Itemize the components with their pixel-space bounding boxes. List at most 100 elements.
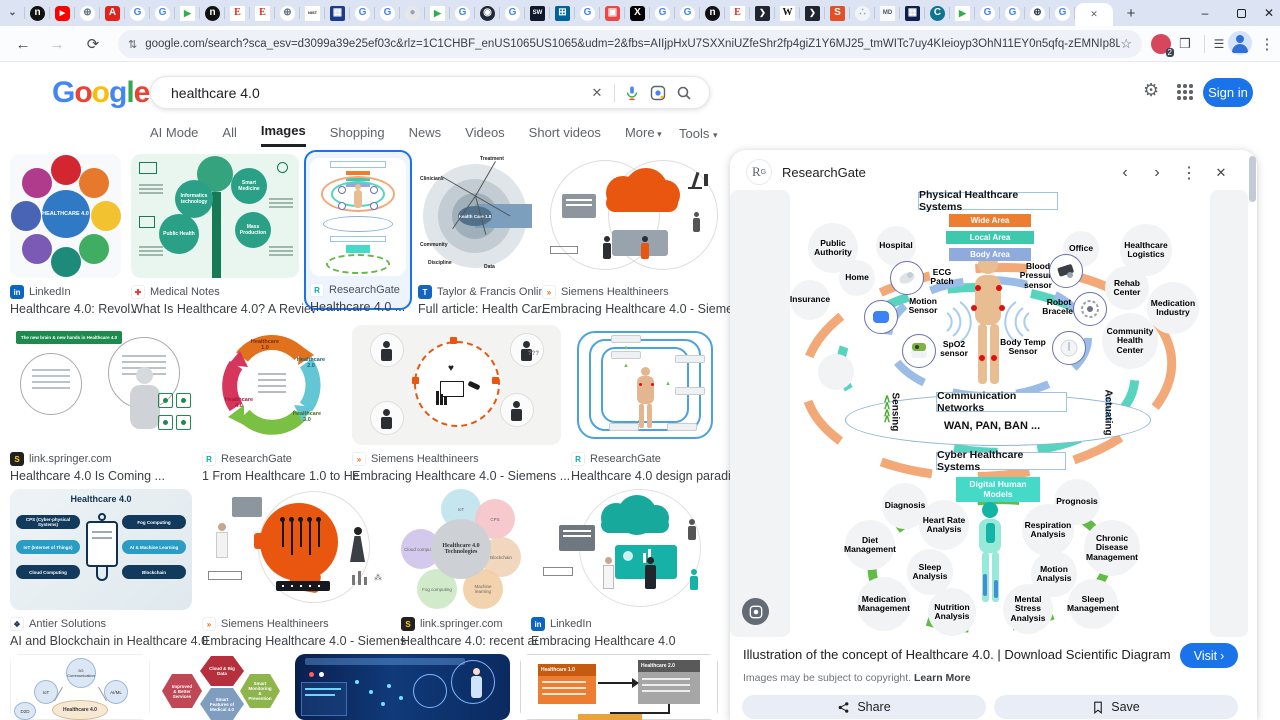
result-title[interactable]: Full article: Health Car... xyxy=(418,302,548,316)
save-button[interactable]: Save xyxy=(994,695,1238,719)
browser-tab-40[interactable]: G xyxy=(975,0,1000,26)
settings-gear-icon[interactable]: ⚙ xyxy=(1143,80,1159,101)
voice-search-icon[interactable] xyxy=(619,81,645,105)
result-thumbnail-8[interactable]: ♥??? xyxy=(352,325,561,445)
search-submit-icon[interactable] xyxy=(671,81,697,105)
tools-dropdown[interactable]: Tools ▾ xyxy=(679,126,718,141)
panel-close-icon[interactable]: ✕ xyxy=(1208,160,1234,186)
address-bar[interactable]: ⇅ google.com/search?sca_esv=d3099a39e25e… xyxy=(118,30,1142,58)
browser-tab-38[interactable]: C xyxy=(925,0,950,26)
result-thumbnail-13[interactable] xyxy=(531,489,719,610)
nav-tab-images[interactable]: Images xyxy=(260,123,306,147)
nav-tab-short-videos[interactable]: Short videos xyxy=(529,125,601,146)
result-source[interactable]: ✚ Medical Notes xyxy=(131,285,315,299)
google-lens-icon[interactable] xyxy=(645,81,671,105)
result-source[interactable]: R ResearchGate xyxy=(202,452,358,466)
browser-tab-12[interactable]: ⊕ xyxy=(275,0,300,26)
back-button[interactable]: ← xyxy=(10,31,36,57)
next-image-icon[interactable]: › xyxy=(1144,160,1170,186)
result-title[interactable]: Healthcare 4.0 Is Coming ... xyxy=(10,469,208,483)
bookmark-star-icon[interactable]: ☆ xyxy=(1120,36,1132,52)
panel-menu-icon[interactable]: ⋮ xyxy=(1176,160,1202,186)
result-source[interactable]: in LinkedIn xyxy=(531,617,735,631)
panel-scrollbar[interactable] xyxy=(1249,156,1256,636)
browser-tab-24[interactable]: G xyxy=(575,0,600,26)
browser-tab-42[interactable]: ⊕ xyxy=(1025,0,1050,26)
result-title[interactable]: 1 From Healthcare 1.0 to He... xyxy=(202,469,358,483)
result-thumbnail-3[interactable] xyxy=(310,158,406,276)
browser-tab-19[interactable]: G xyxy=(450,0,475,26)
browser-tab-41[interactable]: G xyxy=(1000,0,1025,26)
tab-close-icon[interactable]: ✕ xyxy=(1090,9,1098,20)
forward-button[interactable]: → xyxy=(44,31,70,57)
result-thumbnail-11[interactable]: ⁂ xyxy=(202,489,391,610)
result-source[interactable]: in LinkedIn xyxy=(10,285,137,299)
browser-tab-10[interactable]: E xyxy=(225,0,250,26)
browser-tab-23[interactable]: ⊞ xyxy=(550,0,575,26)
result-thumbnail-2[interactable]: Informatics technology Smart Medicine Publ… xyxy=(131,154,299,278)
browser-tab-37[interactable]: ▦ xyxy=(900,0,925,26)
browser-tab-5[interactable]: A xyxy=(100,0,125,26)
browser-tab-22[interactable]: SW xyxy=(525,0,550,26)
search-inside-image-lens-button[interactable] xyxy=(742,598,769,625)
active-tab[interactable]: ✕ xyxy=(1075,3,1113,26)
nav-tab-all[interactable]: All xyxy=(222,125,236,146)
browser-tab-14[interactable]: ▦ xyxy=(325,0,350,26)
extensions-icon[interactable]: ❒ xyxy=(1172,31,1198,57)
browser-tab-36[interactable]: MD xyxy=(875,0,900,26)
browser-tab-6[interactable]: G xyxy=(125,0,150,26)
result-thumbnail-9[interactable]: ▲▲▲▲ xyxy=(571,325,719,445)
result-thumbnail-17[interactable]: Healthcare 1.0 Healthcare 2.0 xyxy=(520,654,718,720)
nav-tab-more[interactable]: More ▾ xyxy=(625,125,662,146)
browser-tab-7[interactable]: G xyxy=(150,0,175,26)
adblock-extension-icon[interactable]: 2 xyxy=(1148,31,1174,57)
result-thumbnail-6[interactable]: The new brain & new hands in Healthcare … xyxy=(10,325,192,445)
browser-tab-16[interactable]: G xyxy=(375,0,400,26)
browser-tab-18[interactable]: ▶ xyxy=(425,0,450,26)
result-title[interactable]: Healthcare 4.0 ... xyxy=(310,300,422,314)
result-thumbnail-14[interactable]: 5G Communication IoT AI/ML D2D Healthcare 4.… xyxy=(10,654,150,720)
search-box[interactable]: healthcare 4.0 ✕ xyxy=(150,76,710,109)
result-thumbnail-7[interactable]: Healthcare 1.0 Healthcare 2.0 Healthcare 3… xyxy=(202,325,342,445)
result-source[interactable]: Slink.springer.com xyxy=(10,452,208,466)
result-title[interactable]: What Is Healthcare 4.0? A Review o... xyxy=(131,302,315,316)
result-title[interactable]: Embracing Healthcare 4.0 - Siemens ... xyxy=(202,634,407,648)
browser-tab-29[interactable]: n xyxy=(700,0,725,26)
browser-tab-11[interactable]: E xyxy=(250,0,275,26)
result-title[interactable]: Embracing Healthcare 4.0 - Siemens ... xyxy=(542,302,735,316)
result-title[interactable]: Embracing Healthcare 4.0 - Siemens ... xyxy=(352,469,577,483)
nav-tab-shopping[interactable]: Shopping xyxy=(330,125,385,146)
result-title[interactable]: Illustration of the concept of Healthcar… xyxy=(743,647,1173,662)
result-title[interactable]: Healthcare 4.0: Revol... xyxy=(10,302,137,316)
visit-button[interactable]: Visit › xyxy=(1180,643,1238,668)
browser-tab-30[interactable]: E xyxy=(725,0,750,26)
nav-tab-ai-mode[interactable]: AI Mode xyxy=(150,125,198,146)
browser-tab-13[interactable]: NIST xyxy=(300,0,325,26)
browser-tab-1[interactable]: ⌄ xyxy=(0,0,25,26)
browser-tab-3[interactable]: ▶ xyxy=(50,0,75,26)
browser-tab-8[interactable]: ▶ xyxy=(175,0,200,26)
browser-tab-20[interactable]: ◉ xyxy=(475,0,500,26)
google-logo[interactable]: Google xyxy=(52,76,150,110)
clear-search-icon[interactable]: ✕ xyxy=(584,81,610,105)
result-source[interactable]: R ResearchGate xyxy=(310,283,422,297)
browser-tab-28[interactable]: G xyxy=(675,0,700,26)
result-title[interactable]: Healthcare 4.0 design paradig... xyxy=(571,469,735,483)
share-button[interactable]: Share xyxy=(742,695,986,719)
result-thumbnail-16[interactable] xyxy=(295,654,510,720)
result-source[interactable]: T Taylor & Francis Online xyxy=(418,285,548,299)
window-close-button[interactable]: ✕ xyxy=(1252,0,1280,26)
result-source[interactable]: R ResearchGate xyxy=(571,452,735,466)
window-minimize-button[interactable]: – xyxy=(1188,0,1222,26)
browser-tab-2[interactable]: n xyxy=(25,0,50,26)
result-thumbnail-4[interactable]: Health Care 1.0 Treatment Clinicians Commun… xyxy=(418,154,532,278)
reload-button[interactable]: ⟳ xyxy=(80,31,106,57)
preview-image[interactable]: Physical Healthcare Systems Wide Area Lo… xyxy=(790,190,1210,640)
browser-tab-21[interactable]: G xyxy=(500,0,525,26)
google-apps-icon[interactable] xyxy=(1177,84,1193,100)
result-thumbnail-15[interactable]: Cloud & Big Data Improved & Better Servic… xyxy=(160,654,285,720)
new-tab-button[interactable]: + xyxy=(1119,1,1143,25)
browser-tab-33[interactable]: ❯ xyxy=(800,0,825,26)
result-source[interactable]: » Siemens Healthineers xyxy=(202,617,407,631)
result-thumbnail-10[interactable]: Healthcare 4.0 CPS (Cyber-physical System… xyxy=(10,489,192,610)
